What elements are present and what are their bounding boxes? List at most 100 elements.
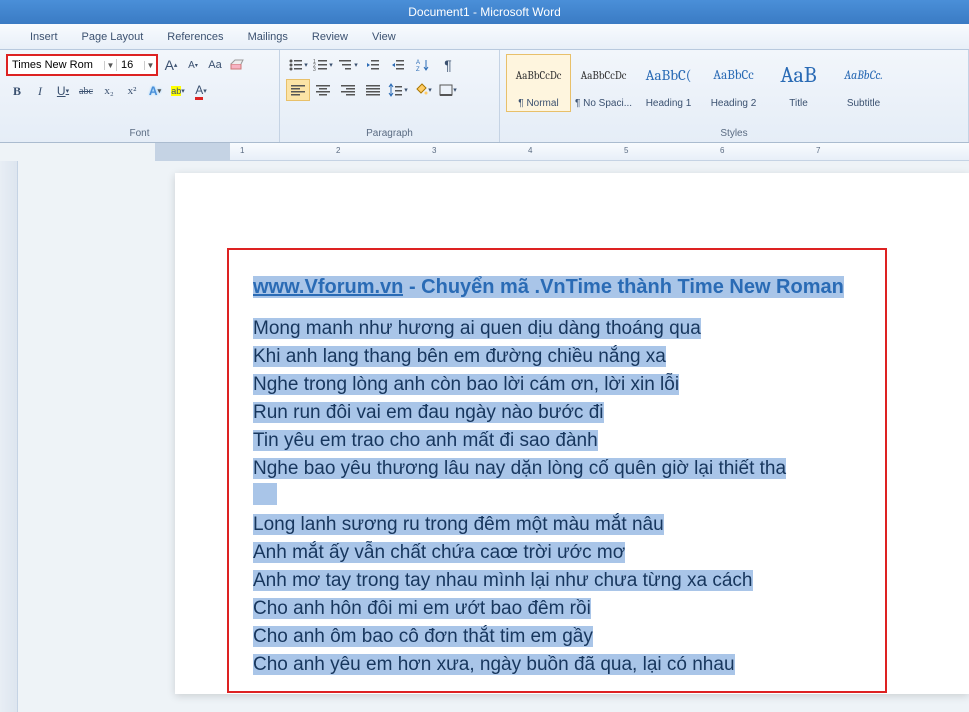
ruler-tick: 2 — [336, 146, 340, 155]
tab-mailings[interactable]: Mailings — [236, 27, 300, 47]
doc-title-rest: - Chuyển mã .VnTime thành Time New Roman — [403, 276, 843, 298]
style-label: ¶ No Spaci... — [575, 98, 632, 109]
show-marks-button[interactable]: ¶ — [436, 54, 460, 76]
numbering-icon: 123 — [313, 58, 329, 72]
text-line: Mong manh như hương ai quen dịu dàng tho… — [253, 315, 861, 343]
selected-text: Tin yêu em trao cho anh mất đi sao đành — [253, 430, 598, 451]
style-item-3[interactable]: AaBbCc Heading 2 — [701, 54, 766, 112]
borders-button[interactable]: ▾ — [436, 79, 460, 101]
font-size-dropdown[interactable]: ▼ — [144, 61, 156, 70]
italic-button[interactable]: I — [29, 80, 51, 102]
font-color-button[interactable]: A▾ — [190, 80, 212, 102]
document-page[interactable]: www.Vforum.vn - Chuyển mã .VnTime thành … — [175, 173, 969, 694]
text-line: Anh mắt ấy vẫn chất chứa caœ trời ước mơ — [253, 539, 861, 567]
svg-text:Z: Z — [416, 67, 420, 72]
workspace: 1234567 www.Vforum.vn - Chuyển mã .VnTim… — [0, 143, 969, 694]
ruler-vertical[interactable] — [0, 161, 18, 712]
style-preview: AaBbC( — [645, 57, 691, 93]
tab-view[interactable]: View — [360, 27, 408, 47]
font-selector-highlighted: ▼ ▼ — [6, 54, 158, 76]
strike-button[interactable]: abc — [75, 80, 97, 102]
line-spacing-button[interactable]: ▾ — [386, 79, 410, 101]
superscript-button[interactable]: x² — [121, 80, 143, 102]
font-group-label: Font — [6, 126, 273, 142]
doc-title-link[interactable]: www.Vforum.vn — [253, 276, 403, 298]
ruler-tick: 5 — [624, 146, 628, 155]
multilevel-button[interactable]: ▾ — [336, 54, 360, 76]
bullets-button[interactable]: ▾ — [286, 54, 310, 76]
selected-text: Nghe bao yêu thương lâu nay dặn lòng cố … — [253, 458, 786, 479]
text-line: Cho anh ôm bao cô đơn thắt tim em gầy — [253, 623, 861, 651]
ruler-tick: 6 — [720, 146, 724, 155]
numbering-button[interactable]: 123▾ — [311, 54, 335, 76]
align-right-button[interactable] — [336, 79, 360, 101]
highlight-button[interactable]: ab▾ — [167, 80, 189, 102]
style-label: Title — [789, 98, 808, 109]
style-label: Subtitle — [847, 98, 880, 109]
justify-button[interactable] — [361, 79, 385, 101]
subscript-button[interactable]: x₂ — [98, 80, 120, 102]
align-left-button[interactable] — [286, 79, 310, 101]
ruler-horizontal[interactable]: 1234567 — [155, 143, 969, 161]
clear-format-button[interactable] — [228, 55, 246, 75]
tab-review[interactable]: Review — [300, 27, 360, 47]
style-item-1[interactable]: AaBbCcDc¶ No Spaci... — [571, 54, 636, 112]
doc-title: www.Vforum.vn - Chuyển mã .VnTime thành … — [253, 276, 861, 299]
align-right-icon — [341, 84, 355, 96]
justify-icon — [366, 84, 380, 96]
style-label: ¶ Normal — [518, 98, 558, 109]
styles-group: AaBbCcDc¶ NormalAaBbCcDc¶ No Spaci...AaB… — [500, 50, 969, 142]
style-item-0[interactable]: AaBbCcDc ¶ Normal — [506, 54, 571, 112]
title-bar: Document1 - Microsoft Word — [0, 0, 969, 24]
indent-icon — [391, 58, 405, 72]
style-item-4[interactable]: AaBTitle — [766, 54, 831, 112]
style-item-5[interactable]: AaBbCc.Subtitle — [831, 54, 896, 112]
bullets-icon — [288, 58, 304, 72]
align-center-button[interactable] — [311, 79, 335, 101]
tab-references[interactable]: References — [155, 27, 235, 47]
selected-text: Cho anh ôm bao cô đơn thắt tim em gầy — [253, 626, 593, 647]
paragraph-gap — [253, 483, 861, 511]
font-group: ▼ ▼ A▴ A▾ Aa B I U▾ abc x₂ x² A▾ ab▾ A▾ — [0, 50, 280, 142]
tab-insert[interactable]: Insert — [18, 27, 70, 47]
sort-icon: AZ — [416, 58, 430, 72]
align-center-icon — [316, 84, 330, 96]
ruler-tick: 3 — [432, 146, 436, 155]
decrease-indent-button[interactable] — [361, 54, 385, 76]
styles-group-label: Styles — [506, 126, 962, 142]
text-line: Cho anh hôn đôi mi em ướt bao đêm rồi — [253, 595, 861, 623]
svg-text:A: A — [416, 60, 420, 66]
shading-button[interactable]: ▾ — [411, 79, 435, 101]
shrink-font-button[interactable]: A▾ — [184, 55, 202, 75]
text-line: Khi anh lang thang bên em đường chiều nắ… — [253, 343, 861, 371]
underline-button[interactable]: U▾ — [52, 80, 74, 102]
content-highlight-frame: www.Vforum.vn - Chuyển mã .VnTime thành … — [227, 248, 887, 693]
style-label: Heading 2 — [711, 98, 757, 109]
increase-indent-button[interactable] — [386, 54, 410, 76]
font-size-input[interactable] — [116, 59, 144, 71]
ribbon-tabs: Insert Page Layout References Mailings R… — [0, 24, 969, 50]
style-item-2[interactable]: AaBbC( Heading 1 — [636, 54, 701, 112]
selected-text: Mong manh như hương ai quen dịu dàng tho… — [253, 318, 701, 339]
change-case-button[interactable]: Aa — [206, 55, 224, 75]
sort-button[interactable]: AZ — [411, 54, 435, 76]
paragraph-group: ▾ 123▾ ▾ AZ ¶ ▾ ▾ ▾ Paragraph — [280, 50, 500, 142]
text-line: Run run đôi vai em đau ngày nào bước đi — [253, 399, 861, 427]
style-preview: AaBbCc — [713, 57, 753, 93]
selected-text: Cho anh hôn đôi mi em ướt bao đêm rồi — [253, 598, 591, 619]
selected-text: Nghe trong lòng anh còn bao lời cám ơn, … — [253, 374, 679, 395]
style-label: Heading 1 — [646, 98, 692, 109]
grow-font-button[interactable]: A▴ — [162, 55, 180, 75]
bold-button[interactable]: B — [6, 80, 28, 102]
text-effects-button[interactable]: A▾ — [144, 80, 166, 102]
outdent-icon — [366, 58, 380, 72]
text-line: Nghe bao yêu thương lâu nay dặn lòng cố … — [253, 455, 861, 483]
tab-page-layout[interactable]: Page Layout — [70, 27, 156, 47]
app-title: Document1 - Microsoft Word — [408, 5, 561, 19]
font-name-dropdown[interactable]: ▼ — [104, 61, 116, 70]
svg-text:3: 3 — [313, 67, 316, 72]
style-preview: AaBbCcDc — [516, 57, 562, 93]
bucket-icon — [414, 83, 428, 97]
font-name-input[interactable] — [8, 59, 104, 71]
eraser-icon — [229, 58, 245, 72]
